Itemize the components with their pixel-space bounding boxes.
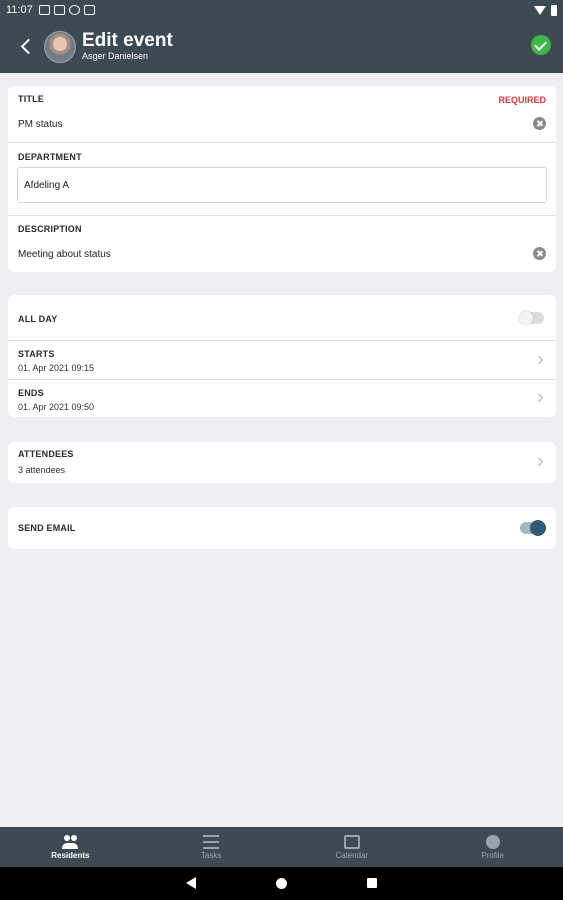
nav-residents-label: Residents xyxy=(51,850,90,860)
system-recents-icon[interactable] xyxy=(367,878,377,888)
status-bar: 11:07 xyxy=(0,0,563,20)
page-subtitle: Asger Danielsen xyxy=(82,51,149,61)
description-label: DESCRIPTION xyxy=(18,224,82,234)
back-arrow-icon[interactable] xyxy=(18,38,36,56)
system-back-icon[interactable] xyxy=(186,877,196,889)
starts-label: STARTS xyxy=(18,349,55,359)
profile-icon xyxy=(485,834,500,849)
email-card: SEND EMAIL xyxy=(8,507,556,549)
status-indicators xyxy=(534,4,557,16)
time-card: ALL DAY STARTS 01. Apr 2021 09:15 ENDS 0… xyxy=(8,295,556,417)
chevron-right-icon xyxy=(534,393,544,403)
app-notification-icon xyxy=(68,5,80,15)
all-day-label: ALL DAY xyxy=(18,314,58,324)
system-navigation xyxy=(0,867,563,900)
title-field[interactable]: TITLE REQUIRED PM status xyxy=(8,86,556,143)
sd-card-icon xyxy=(83,5,95,15)
department-value: Afdeling A xyxy=(24,179,70,191)
attendees-card: ATTENDEES 3 attendees xyxy=(8,442,556,483)
ends-value: 01. Apr 2021 09:50 xyxy=(18,402,95,412)
send-email-label: SEND EMAIL xyxy=(18,523,76,533)
nav-profile-label: Profile xyxy=(481,850,504,860)
starts-value: 01. Apr 2021 09:15 xyxy=(18,363,95,373)
clear-icon[interactable] xyxy=(533,117,546,130)
people-icon xyxy=(62,834,79,849)
title-input[interactable]: PM status xyxy=(18,119,62,130)
toggle-knob xyxy=(519,311,533,325)
all-day-row[interactable]: ALL DAY xyxy=(8,295,556,341)
nav-tasks-label: Tasks xyxy=(200,850,222,860)
system-home-icon[interactable] xyxy=(276,878,287,889)
calendar-icon xyxy=(343,834,360,849)
tasks-icon xyxy=(203,834,220,849)
nav-profile[interactable]: Profile xyxy=(422,827,563,867)
nav-calendar-label: Calendar xyxy=(335,850,369,860)
description-field[interactable]: DESCRIPTION Meeting about status xyxy=(8,216,556,272)
wifi-icon xyxy=(534,5,546,15)
department-field: DEPARTMENT Afdeling A xyxy=(8,143,556,216)
nav-calendar[interactable]: Calendar xyxy=(282,827,423,867)
details-card: TITLE REQUIRED PM status DEPARTMENT Afde… xyxy=(8,86,556,272)
status-time: 11:07 xyxy=(6,4,33,16)
starts-row[interactable]: STARTS 01. Apr 2021 09:15 xyxy=(8,341,556,380)
avatar xyxy=(44,30,76,63)
clear-icon[interactable] xyxy=(533,247,546,260)
battery-icon xyxy=(551,4,557,16)
attendees-row[interactable]: ATTENDEES 3 attendees xyxy=(8,442,556,483)
department-select[interactable]: Afdeling A xyxy=(17,167,547,203)
ends-row[interactable]: ENDS 01. Apr 2021 09:50 xyxy=(8,380,556,417)
nav-residents[interactable]: Residents xyxy=(0,827,141,867)
app-header: Edit event Asger Danielsen xyxy=(0,20,563,73)
all-day-toggle[interactable] xyxy=(519,311,544,325)
page-title: Edit event xyxy=(82,30,173,51)
gallery-icon xyxy=(38,5,50,15)
header-titles: Edit event Asger Danielsen xyxy=(82,31,173,62)
chevron-right-icon xyxy=(534,355,544,365)
send-email-row[interactable]: SEND EMAIL xyxy=(8,507,556,549)
description-input[interactable]: Meeting about status xyxy=(18,249,111,260)
title-label: TITLE xyxy=(18,94,44,104)
chevron-right-icon xyxy=(534,457,544,467)
nav-tasks[interactable]: Tasks xyxy=(141,827,282,867)
confirm-check-icon[interactable] xyxy=(531,35,551,55)
required-badge: REQUIRED xyxy=(498,95,546,105)
toggle-knob xyxy=(530,520,546,536)
department-label: DEPARTMENT xyxy=(18,152,82,162)
bottom-navigation: Residents Tasks Calendar Profile xyxy=(0,827,563,867)
attendees-label: ATTENDEES xyxy=(18,449,74,459)
gallery-icon xyxy=(53,5,65,15)
attendees-value: 3 attendees xyxy=(18,465,66,475)
send-email-toggle[interactable] xyxy=(520,520,546,536)
ends-label: ENDS xyxy=(18,388,44,398)
